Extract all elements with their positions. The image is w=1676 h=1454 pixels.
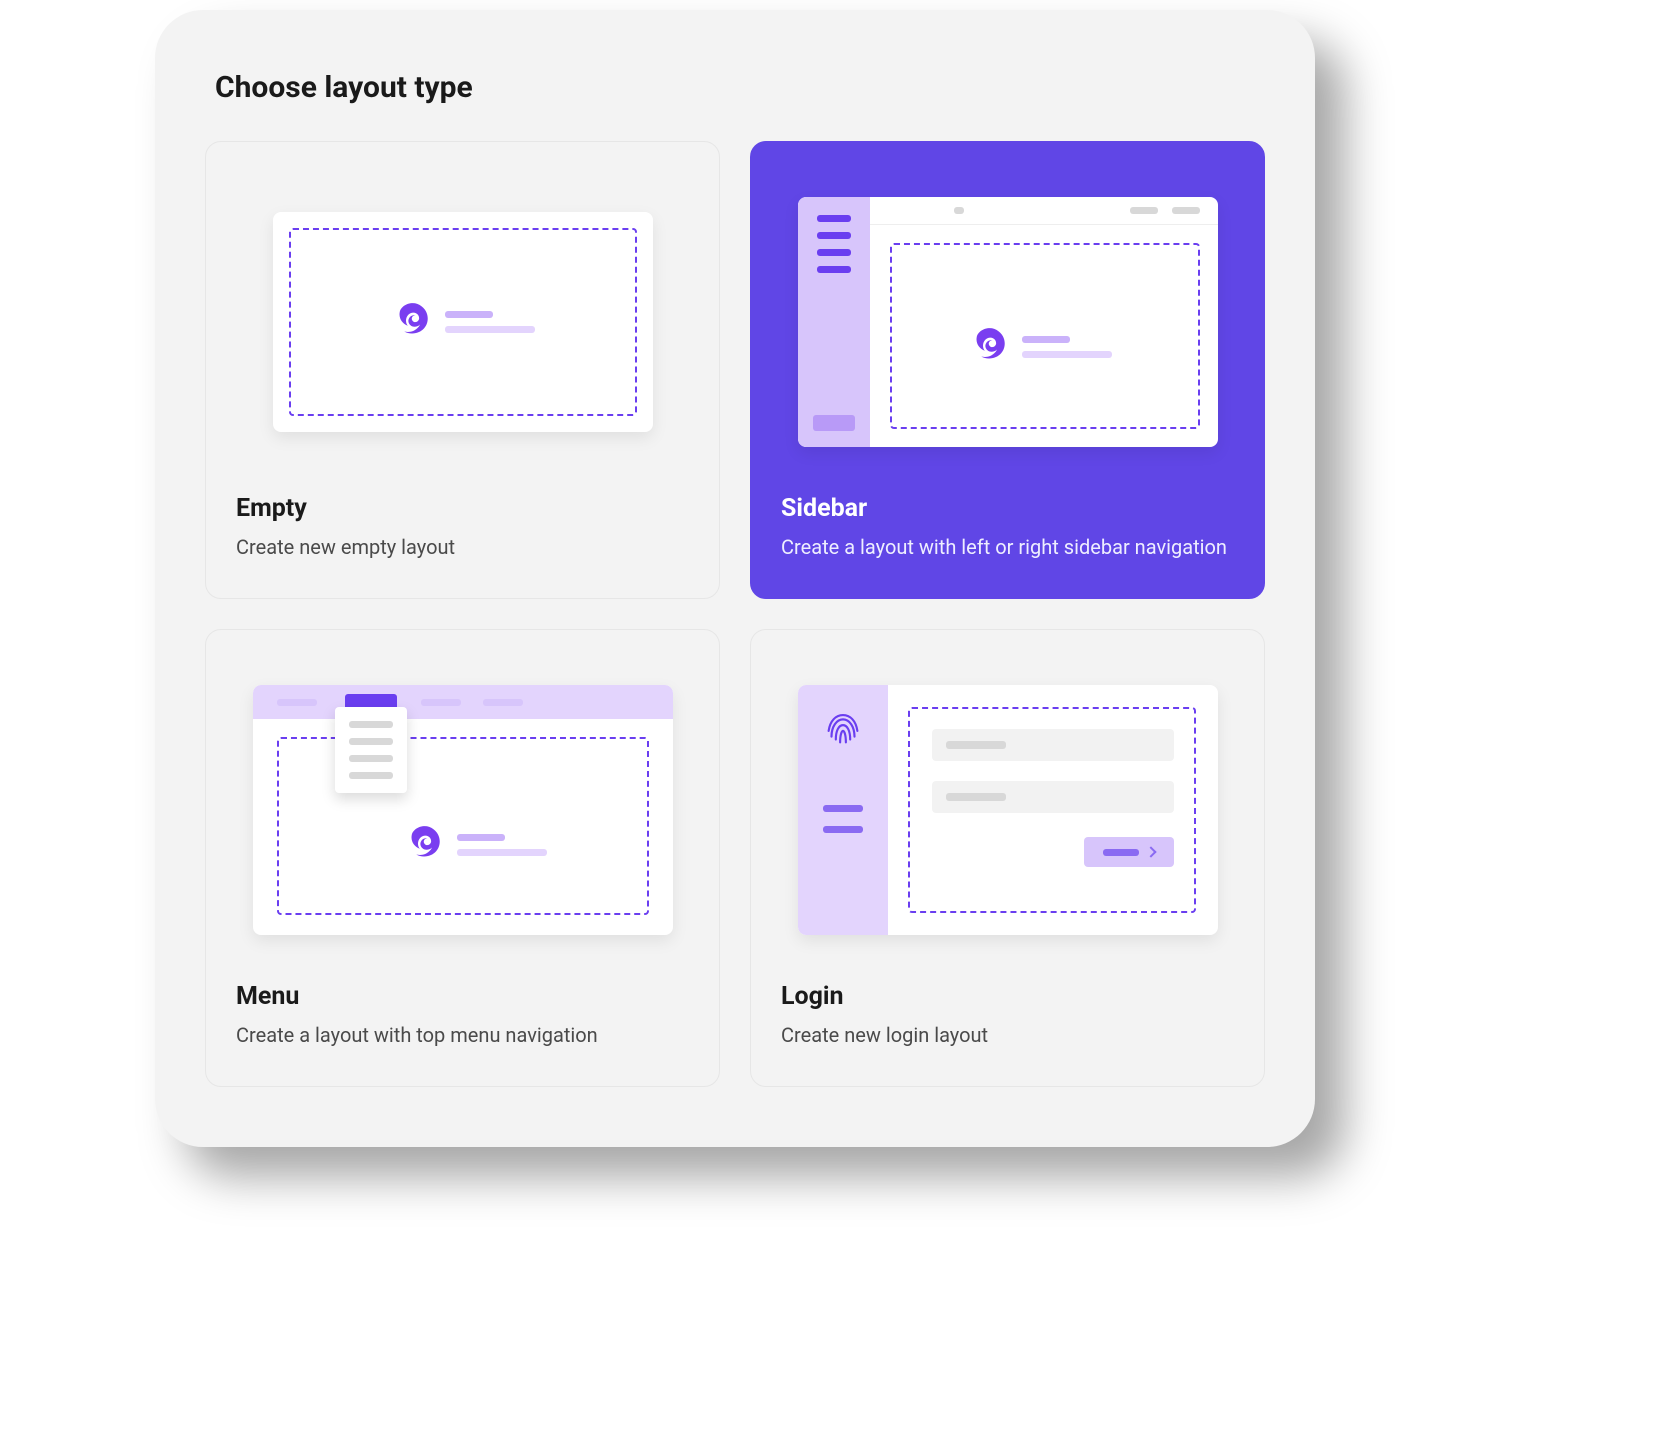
fingerprint-icon — [820, 705, 866, 751]
chevron-right-icon — [1145, 846, 1156, 857]
layout-option-sidebar[interactable]: Sidebar Create a layout with left or rig… — [750, 141, 1265, 599]
submit-button-icon — [1084, 837, 1174, 867]
dropdown-icon — [335, 707, 407, 793]
layout-option-empty[interactable]: Empty Create new empty layout — [205, 141, 720, 599]
option-title: Sidebar — [781, 494, 1234, 523]
option-desc: Create new empty layout — [236, 533, 689, 562]
option-desc: Create new login layout — [781, 1021, 1234, 1050]
blazor-icon — [968, 327, 1008, 367]
blazor-icon — [403, 825, 443, 865]
preview-menu — [236, 660, 689, 960]
preview-login — [781, 660, 1234, 960]
panel-title: Choose layout type — [215, 70, 1265, 105]
preview-sidebar — [781, 172, 1234, 472]
option-desc: Create a layout with top menu navigation — [236, 1021, 689, 1050]
preview-empty — [236, 172, 689, 472]
layout-option-login[interactable]: Login Create new login layout — [750, 629, 1265, 1087]
blazor-icon — [391, 302, 431, 342]
option-title: Login — [781, 982, 1234, 1011]
layout-picker-panel: Choose layout type Empty Create new emp — [155, 10, 1315, 1147]
option-desc: Create a layout with left or right sideb… — [781, 533, 1234, 562]
option-title: Empty — [236, 494, 689, 523]
layout-option-menu[interactable]: Menu Create a layout with top menu navig… — [205, 629, 720, 1087]
option-title: Menu — [236, 982, 689, 1011]
layout-options-grid: Empty Create new empty layout — [205, 141, 1265, 1087]
